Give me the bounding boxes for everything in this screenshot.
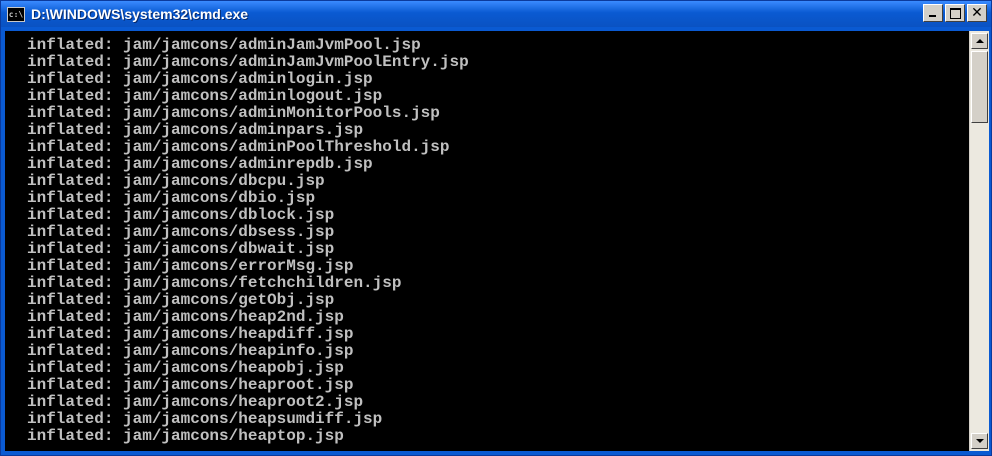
- window-controls: ✕: [923, 4, 987, 22]
- vertical-scrollbar[interactable]: [969, 31, 989, 451]
- title-bar[interactable]: c:\ D:\WINDOWS\system32\cmd.exe ✕: [1, 1, 991, 27]
- scroll-down-button[interactable]: [971, 433, 988, 449]
- maximize-button[interactable]: [945, 4, 965, 22]
- close-icon: ✕: [971, 5, 983, 21]
- console-line: inflated: jam/jamcons/adminPoolThreshold…: [27, 138, 450, 156]
- console-line: inflated: jam/jamcons/adminJamJvmPool.js…: [27, 36, 421, 54]
- console-line: inflated: jam/jamcons/adminMonitorPools.…: [27, 104, 440, 122]
- close-button[interactable]: ✕: [967, 4, 987, 22]
- scroll-thumb[interactable]: [971, 51, 988, 123]
- console-line: inflated: jam/jamcons/heapsumdiff.jsp: [27, 410, 383, 428]
- console-output[interactable]: inflated: jam/jamcons/adminJamJvmPool.js…: [5, 31, 969, 451]
- window-title: D:\WINDOWS\system32\cmd.exe: [31, 6, 249, 22]
- console-line: inflated: jam/jamcons/getObj.jsp: [27, 291, 335, 309]
- console-lines: inflated: jam/jamcons/adminJamJvmPool.js…: [27, 37, 469, 445]
- console-line: inflated: jam/jamcons/dbcpu.jsp: [27, 172, 325, 190]
- cmd-icon[interactable]: c:\: [7, 6, 25, 22]
- console-line: inflated: jam/jamcons/adminrepdb.jsp: [27, 155, 373, 173]
- console-line: inflated: jam/jamcons/errorMsg.jsp: [27, 257, 354, 275]
- console-line: inflated: jam/jamcons/heapdiff.jsp: [27, 325, 354, 343]
- console-line: inflated: jam/jamcons/adminJamJvmPoolEnt…: [27, 53, 469, 71]
- console-line: inflated: jam/jamcons/dbio.jsp: [27, 189, 316, 207]
- console-line: inflated: jam/jamcons/dbsess.jsp: [27, 223, 335, 241]
- console-line: inflated: jam/jamcons/adminlogin.jsp: [27, 70, 373, 88]
- console-line: inflated: jam/jamcons/fetchchildren.jsp: [27, 274, 402, 292]
- console-line: inflated: jam/jamcons/heaproot.jsp: [27, 376, 354, 394]
- console-line: inflated: jam/jamcons/heaproot2.jsp: [27, 393, 364, 411]
- console-line: inflated: jam/jamcons/heapobj.jsp: [27, 359, 344, 377]
- console-line: inflated: jam/jamcons/dblock.jsp: [27, 206, 335, 224]
- cmd-window: c:\ D:\WINDOWS\system32\cmd.exe ✕ inflat…: [0, 0, 992, 456]
- console-line: inflated: jam/jamcons/adminpars.jsp: [27, 121, 364, 139]
- minimize-button[interactable]: [923, 4, 943, 22]
- console-line: inflated: jam/jamcons/adminlogout.jsp: [27, 87, 383, 105]
- console-line: inflated: jam/jamcons/heapinfo.jsp: [27, 342, 354, 360]
- scroll-up-button[interactable]: [971, 33, 988, 49]
- console-line: inflated: jam/jamcons/dbwait.jsp: [27, 240, 335, 258]
- console-line: inflated: jam/jamcons/heaptop.jsp: [27, 427, 344, 445]
- console-line: inflated: jam/jamcons/heap2nd.jsp: [27, 308, 344, 326]
